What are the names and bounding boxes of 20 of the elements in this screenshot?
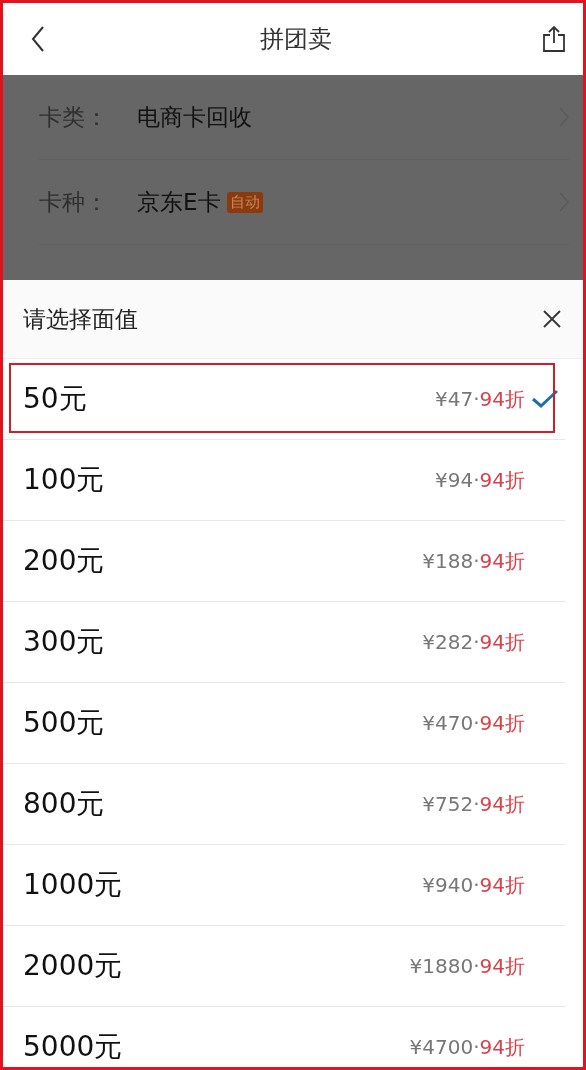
form-value: 电商卡回收 (137, 102, 252, 132)
sheet-title: 请选择面值 (23, 304, 138, 334)
back-icon[interactable] (31, 26, 45, 52)
value-option[interactable]: 5000元 ¥4700·94折 (3, 1007, 565, 1067)
auto-badge: 自动 (226, 191, 263, 213)
value-option[interactable]: 100元 ¥94·94折 (3, 440, 565, 521)
value-option[interactable]: 1000元 ¥940·94折 (3, 845, 565, 926)
value-option[interactable]: 800元 ¥752·94折 (3, 764, 565, 845)
share-icon[interactable] (542, 25, 566, 53)
form-label: 卡类： (39, 102, 109, 132)
value-option[interactable]: 50元 ¥47·94折 (3, 359, 565, 440)
page-title: 拼团卖 (260, 24, 332, 55)
form-value: 京东E卡 (137, 187, 221, 217)
value-option[interactable]: 300元 ¥282·94折 (3, 602, 565, 683)
close-icon[interactable] (543, 310, 561, 328)
form-label: 卡种： (39, 187, 109, 217)
value-option[interactable]: 200元 ¥188·94折 (3, 521, 565, 602)
value-option[interactable]: 500元 ¥470·94折 (3, 683, 565, 764)
check-icon (531, 389, 559, 409)
value-option[interactable]: 2000元 ¥1880·94折 (3, 926, 565, 1007)
